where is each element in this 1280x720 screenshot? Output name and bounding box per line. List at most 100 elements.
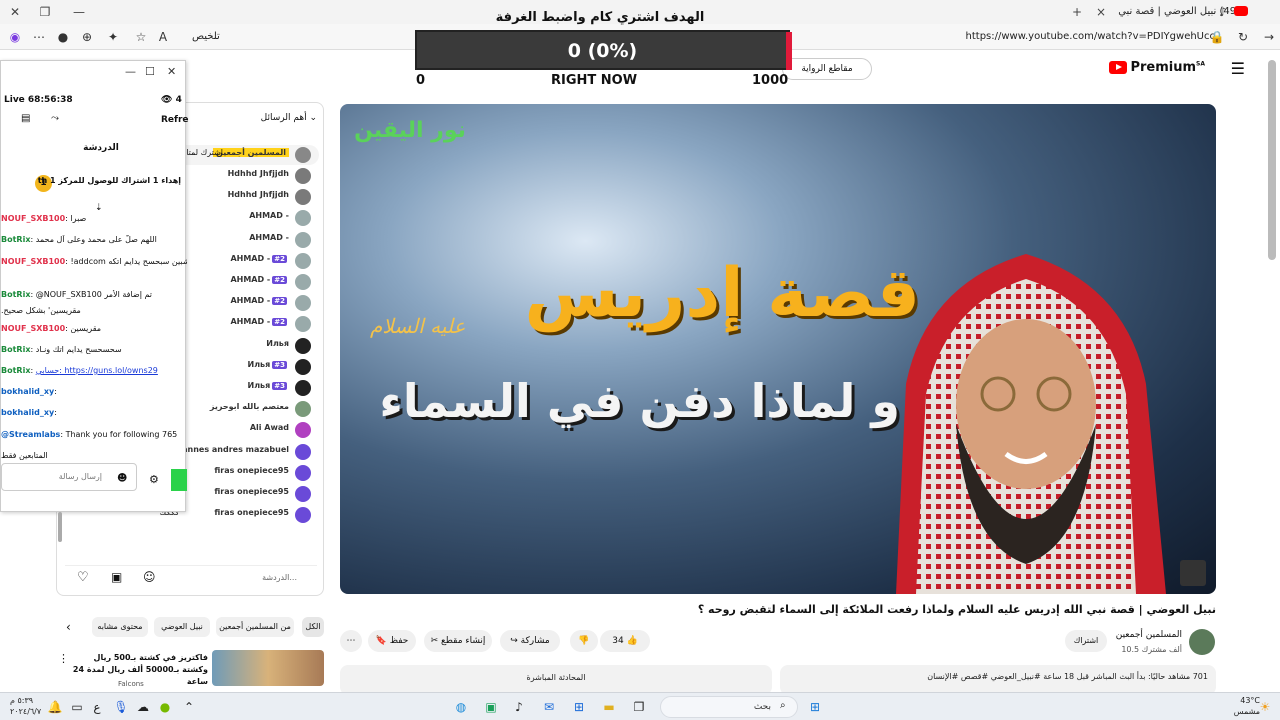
goal-progress-bar: 0 (0%) [415, 30, 792, 70]
refresh-icon[interactable]: ↻ [1234, 28, 1252, 46]
start-icon[interactable]: ⊞ [806, 698, 824, 716]
thumbs-up-icon: 👍 [626, 636, 638, 646]
audio-icon[interactable]: ♪ [1214, 3, 1232, 21]
refresh-button[interactable]: Refre [161, 115, 189, 125]
filter-chip[interactable]: محتوى مشابه [92, 617, 148, 637]
popup-chat-author[interactable]: NOUF_SXB100 [1, 257, 65, 266]
video-player[interactable]: نور اليقين قصة إدريس عليه السلام و لماذا… [340, 104, 1216, 594]
popup-chat-author[interactable]: @Streamlabs [1, 430, 60, 439]
popout-icon[interactable]: ▤ [21, 113, 30, 124]
chip-prev-icon[interactable]: ‹ [66, 620, 71, 634]
chat-author-name: Hdhhd Jhfjjdh [227, 190, 289, 200]
chat-author: معتصم بالله ابوحريز [210, 402, 289, 411]
share-icon[interactable]: ⤳ [51, 113, 59, 124]
filter-chip[interactable]: من المسلمين أجمعين [216, 617, 294, 637]
like-button[interactable]: 34 👍 [600, 630, 650, 652]
sun-icon: ☀ [1259, 700, 1271, 714]
live-chat-header[interactable]: أهم الرسائل ⌄ [247, 113, 317, 123]
popup-chat-text: @NOUF_SXB100 تم إضافة الأمر [35, 290, 153, 299]
popup-chat-author[interactable]: BotRix [1, 290, 30, 299]
notifications-icon[interactable]: 🔔 [46, 698, 64, 716]
maximize-popup-icon[interactable]: ☐ [145, 65, 155, 78]
minimize-popup-icon[interactable]: — [125, 65, 136, 78]
nvidia-icon[interactable]: ● [156, 698, 174, 716]
popup-chat-author[interactable]: bokhalid_xy [1, 387, 54, 396]
save-button[interactable]: 🔖 حفظ [368, 630, 416, 652]
taskbar-search[interactable]: بحث [660, 696, 798, 718]
popup-chat-author[interactable]: BotRix [1, 235, 30, 244]
heart-icon[interactable]: ♡ [77, 570, 89, 585]
close-popup-icon[interactable]: ✕ [167, 65, 176, 78]
chat-author-name: firas onepiece95 [214, 508, 289, 518]
favorites-icon[interactable]: ☆ [132, 28, 150, 46]
file-explorer-icon[interactable]: ▬ [600, 698, 618, 716]
profile-icon[interactable]: ● [54, 28, 72, 46]
subscribe-button[interactable]: اشتراك [1065, 630, 1107, 652]
youtube-logo[interactable]: PremiumSA [1109, 60, 1205, 75]
forward-icon[interactable]: → [1260, 28, 1278, 46]
popup-chat-author[interactable]: NOUF_SXB100 [1, 324, 65, 333]
hamburger-menu-icon[interactable]: ☰ [1231, 59, 1245, 78]
description-box[interactable]: 701 مشاهد حاليًا: بدأ البث المباشر قبل 1… [780, 665, 1216, 695]
popup-chat-message: BotRix: اللهم صلّ على محمد وعلى آل محمد [1, 235, 187, 244]
clips-chip[interactable]: مقاطع الرواية [782, 58, 872, 80]
superchat-icon[interactable]: ▣ [111, 570, 122, 584]
popup-chat-author[interactable]: BotRix [1, 366, 30, 375]
close-window-icon[interactable]: ✕ [6, 3, 24, 21]
emoji-icon[interactable]: ☺ [143, 570, 156, 584]
up-arrow-icon[interactable]: ⌃ [180, 698, 198, 716]
page-scrollbar[interactable] [1268, 60, 1276, 260]
store-icon[interactable]: ⊞ [570, 698, 588, 716]
recommended-video[interactable]: ⋮ فاكتريز في كشتة بـ500 ريال وكشتة بـ500… [58, 650, 324, 688]
more-actions-button[interactable]: ⋯ [340, 630, 362, 652]
minimize-window-icon[interactable]: — [70, 3, 88, 21]
pinned-author: المسلمين أجمعين [213, 148, 289, 157]
chat-scrollbar[interactable] [58, 512, 62, 542]
chat-author-name: AHMAD - [230, 253, 271, 263]
restore-window-icon[interactable]: ❐ [36, 3, 54, 21]
language-icon[interactable]: ع [88, 698, 106, 716]
subscriber-count: 10.5 ألف مشترك [1121, 645, 1182, 654]
popup-chat-author[interactable]: BotRix [1, 345, 30, 354]
outlook-icon[interactable]: ✉ [540, 698, 558, 716]
popup-chat-author[interactable]: bokhalid_xy [1, 408, 54, 417]
monitor-icon[interactable]: ▭ [68, 698, 86, 716]
task-view-icon[interactable]: ❐ [630, 698, 648, 716]
chat-filter-label: أهم الرسائل [260, 113, 307, 123]
chat-author: AHMAD - #2 [230, 275, 289, 284]
filter-chip[interactable]: نبيل العوضي [154, 617, 210, 637]
chat-input[interactable]: الدردشة... [161, 568, 303, 588]
channel-name[interactable]: المسلمين أجمعين [1100, 630, 1182, 640]
clock[interactable]: ٥:٣٩ م ٢٠٢٤/٦/٧ [10, 695, 41, 717]
edge-icon[interactable]: ◍ [452, 698, 470, 716]
settings-icon[interactable]: ⚙ [149, 473, 159, 486]
chat-author-name: معتصم بالله ابوحريز [209, 402, 289, 412]
share-button[interactable]: ↪ مشاركة [500, 630, 560, 652]
popup-chat-author[interactable]: NOUF_SXB100 [1, 214, 65, 223]
clip-button[interactable]: ✂ إنشاء مقطع [424, 630, 492, 652]
tiktok-icon[interactable]: ♪ [510, 698, 528, 716]
filter-chip[interactable]: الكل [302, 617, 324, 637]
read-aloud-icon[interactable]: A [154, 28, 172, 46]
channel-avatar[interactable] [1189, 629, 1215, 655]
extensions-icon[interactable]: ✦ [104, 28, 122, 46]
more-options-icon[interactable]: ⋯ [30, 28, 48, 46]
popup-chat-message: BotRix: @NOUF_SXB100 تم إضافة الأمر [1, 290, 187, 299]
collections-icon[interactable]: ⊕ [78, 28, 96, 46]
copilot-icon[interactable]: ◉ [6, 28, 24, 46]
member-badge: #2 [272, 254, 287, 263]
avatar [295, 168, 311, 184]
app-icon[interactable]: ▣ [482, 698, 500, 716]
send-button[interactable] [171, 469, 187, 491]
live-chat-input-bar: ♡ ▣ ☺ الدردشة... [65, 565, 317, 589]
emoji-icon[interactable]: ☻ [117, 473, 127, 484]
chat-author-name: AHMAD - [249, 232, 289, 242]
weather-widget[interactable]: 43°C مشمس [1218, 695, 1260, 717]
live-chat-replay-box[interactable]: المحادثة المباشرة [340, 665, 772, 695]
cloud-icon[interactable]: ☁ [134, 698, 152, 716]
dislike-button[interactable]: 👎 [570, 630, 598, 652]
chat-author: Илья [266, 339, 289, 348]
microphone-icon[interactable]: 🎙 [112, 698, 130, 716]
address-bar[interactable]: https://www.youtube.com/watch?v=PDIYgweh… [900, 28, 1225, 46]
summarize-button[interactable]: تلخيص [192, 28, 220, 46]
